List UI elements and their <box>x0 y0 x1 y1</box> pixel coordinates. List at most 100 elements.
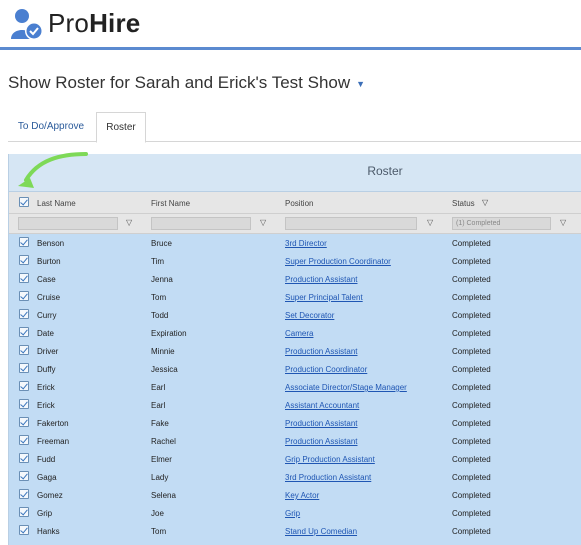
last-name-cell: Gomez <box>37 491 63 500</box>
last-name-cell: Date <box>37 329 54 338</box>
funnel-icon[interactable]: ▽ <box>482 198 488 207</box>
funnel-icon[interactable]: ▽ <box>560 218 566 227</box>
last-name-filter-input[interactable] <box>18 217 118 230</box>
position-link[interactable]: Assistant Accountant <box>285 401 359 410</box>
first-name-cell: Earl <box>151 383 166 392</box>
table-row[interactable]: Hanks Tom Stand Up Comedian Completed <box>9 522 581 540</box>
column-header-row: Last Name First Name Position Status ▽ <box>9 192 581 214</box>
first-name-cell: Jenna <box>151 275 173 284</box>
select-all-checkbox[interactable] <box>19 197 29 207</box>
position-link[interactable]: Super Principal Talent <box>285 293 363 302</box>
row-checkbox[interactable] <box>19 399 29 409</box>
row-checkbox[interactable] <box>19 453 29 463</box>
table-row[interactable]: Erick Earl Associate Director/Stage Manage… <box>9 378 581 396</box>
row-checkbox[interactable] <box>19 381 29 391</box>
funnel-icon[interactable]: ▽ <box>126 218 132 227</box>
brand-part1: Pro <box>48 8 90 38</box>
row-checkbox[interactable] <box>19 273 29 283</box>
column-first-name[interactable]: First Name <box>151 199 190 208</box>
position-link[interactable]: Key Actor <box>285 491 319 500</box>
table-row[interactable]: Driver Minnie Production Assistant Complete… <box>9 342 581 360</box>
app-header: ProHire <box>0 0 581 50</box>
table-row[interactable]: Freeman Rachel Production Assistant Complet… <box>9 432 581 450</box>
first-name-cell: Joe <box>151 509 164 518</box>
first-name-cell: Jessica <box>151 365 178 374</box>
table-row[interactable]: Date Expiration Camera Completed <box>9 324 581 342</box>
table-row[interactable]: Case Jenna Production Assistant Completed <box>9 270 581 288</box>
last-name-cell: Gaga <box>37 473 57 482</box>
table-row[interactable]: Grip Joe Grip Completed <box>9 504 581 522</box>
table-row[interactable]: Gaga Lady 3rd Production Assistant Complete… <box>9 468 581 486</box>
status-cell: Completed <box>452 383 491 392</box>
row-checkbox[interactable] <box>19 525 29 535</box>
funnel-icon[interactable]: ▽ <box>260 218 266 227</box>
roster-rows: Benson Bruce 3rd Director Completed Burton Ti… <box>9 234 581 540</box>
position-link[interactable]: Grip <box>285 509 300 518</box>
status-cell: Completed <box>452 491 491 500</box>
last-name-cell: Duffy <box>37 365 56 374</box>
position-link[interactable]: Production Assistant <box>285 437 357 446</box>
last-name-cell: Benson <box>37 239 65 248</box>
table-row[interactable]: Fakerton Fake Production Assistant Complete… <box>9 414 581 432</box>
tab-roster[interactable]: Roster <box>96 112 146 143</box>
first-name-cell: Expiration <box>151 329 187 338</box>
row-checkbox[interactable] <box>19 309 29 319</box>
position-link[interactable]: Production Assistant <box>285 347 357 356</box>
table-row[interactable]: Gomez Selena Key Actor Completed <box>9 486 581 504</box>
position-link[interactable]: 3rd Director <box>285 239 327 248</box>
row-checkbox[interactable] <box>19 489 29 499</box>
last-name-cell: Curry <box>37 311 57 320</box>
position-link[interactable]: 3rd Production Assistant <box>285 473 371 482</box>
position-link[interactable]: Set Decorator <box>285 311 334 320</box>
row-checkbox[interactable] <box>19 435 29 445</box>
table-row[interactable]: Burton Tim Super Production Coordinator Com… <box>9 252 581 270</box>
position-link[interactable]: Grip Production Assistant <box>285 455 375 464</box>
column-status[interactable]: Status <box>452 199 475 208</box>
table-row[interactable]: Fudd Elmer Grip Production Assistant Comple… <box>9 450 581 468</box>
status-cell: Completed <box>452 347 491 356</box>
row-checkbox[interactable] <box>19 417 29 427</box>
brand-logo[interactable]: ProHire <box>48 8 140 39</box>
status-filter-input[interactable]: (1) Completed <box>452 217 551 230</box>
row-checkbox[interactable] <box>19 471 29 481</box>
position-link[interactable]: Camera <box>285 329 313 338</box>
page-title[interactable]: Show Roster for Sarah and Erick's Test S… <box>8 73 365 93</box>
filter-row: ▽ ▽ ▽ (1) Completed ▽ <box>9 214 581 234</box>
position-link[interactable]: Super Production Coordinator <box>285 257 391 266</box>
first-name-cell: Todd <box>151 311 169 320</box>
last-name-cell: Fakerton <box>37 419 69 428</box>
table-row[interactable]: Benson Bruce 3rd Director Completed <box>9 234 581 252</box>
column-position[interactable]: Position <box>285 199 313 208</box>
position-link[interactable]: Production Assistant <box>285 275 357 284</box>
table-row[interactable]: Cruise Tom Super Principal Talent Completed <box>9 288 581 306</box>
column-last-name[interactable]: Last Name <box>37 199 76 208</box>
table-row[interactable]: Duffy Jessica Production Coordinator Comple… <box>9 360 581 378</box>
row-checkbox[interactable] <box>19 363 29 373</box>
table-row[interactable]: Erick Earl Assistant Accountant Completed <box>9 396 581 414</box>
position-link[interactable]: Stand Up Comedian <box>285 527 357 536</box>
tab-todo-approve[interactable]: To Do/Approve <box>8 112 94 142</box>
row-checkbox[interactable] <box>19 345 29 355</box>
first-name-filter-input[interactable] <box>151 217 251 230</box>
status-cell: Completed <box>452 473 491 482</box>
status-cell: Completed <box>452 437 491 446</box>
row-checkbox[interactable] <box>19 327 29 337</box>
row-checkbox[interactable] <box>19 291 29 301</box>
position-link[interactable]: Production Coordinator <box>285 365 367 374</box>
row-checkbox[interactable] <box>19 507 29 517</box>
status-cell: Completed <box>452 311 491 320</box>
row-checkbox[interactable] <box>19 237 29 247</box>
status-cell: Completed <box>452 509 491 518</box>
first-name-cell: Earl <box>151 401 166 410</box>
last-name-cell: Erick <box>37 383 55 392</box>
position-link[interactable]: Associate Director/Stage Manager <box>285 383 407 392</box>
table-row[interactable]: Curry Todd Set Decorator Completed <box>9 306 581 324</box>
position-link[interactable]: Production Assistant <box>285 419 357 428</box>
chevron-down-icon[interactable]: ▼ <box>356 79 365 89</box>
row-checkbox[interactable] <box>19 255 29 265</box>
first-name-cell: Rachel <box>151 437 176 446</box>
funnel-icon[interactable]: ▽ <box>427 218 433 227</box>
status-cell: Completed <box>452 419 491 428</box>
position-filter-input[interactable] <box>285 217 417 230</box>
brand-part2: Hire <box>89 8 141 38</box>
